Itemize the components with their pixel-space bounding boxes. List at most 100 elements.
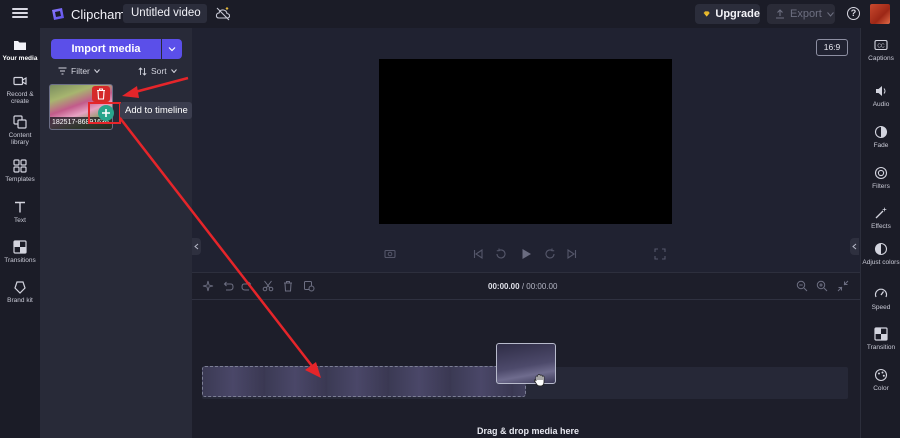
collapse-left-panel-button[interactable] — [192, 238, 201, 255]
magic-icon[interactable] — [202, 280, 214, 292]
nav-brand-kit[interactable]: Brand kit — [0, 280, 40, 304]
scissors-icon[interactable] — [262, 280, 274, 292]
export-label: Export — [790, 8, 822, 20]
export-button[interactable]: Export — [767, 4, 835, 24]
aspect-ratio-button[interactable]: 16:9 — [816, 39, 848, 56]
nav-transitions[interactable]: Transitions — [0, 240, 40, 264]
chevron-left-icon — [194, 243, 199, 250]
nav-label: Brand kit — [7, 297, 33, 304]
templates-icon — [13, 159, 27, 173]
text-icon — [15, 201, 25, 213]
transitions-icon — [13, 240, 27, 254]
nav-text[interactable]: Text — [0, 200, 40, 224]
sort-button[interactable]: Sort — [138, 66, 177, 76]
play-icon[interactable] — [519, 247, 533, 261]
chevron-down-icon — [94, 69, 100, 73]
color-icon — [874, 368, 888, 382]
nav-your-media[interactable]: Your media — [0, 38, 40, 62]
upgrade-label: Upgrade — [715, 8, 760, 20]
add-to-timeline-tooltip: Add to timeline — [120, 102, 192, 119]
fullscreen-icon[interactable] — [653, 247, 667, 261]
rewind-5s-icon[interactable] — [494, 247, 508, 261]
filter-label: Filter — [71, 66, 90, 76]
prop-label: Transition — [866, 344, 896, 351]
drag-drop-hint: Drag & drop media here — [477, 426, 580, 436]
timeline-divider — [192, 299, 860, 300]
add-to-timeline-button[interactable] — [88, 102, 121, 124]
library-icon — [13, 115, 27, 129]
prop-label: Effects — [871, 223, 891, 230]
timeline-drop-zone[interactable] — [202, 366, 526, 397]
nav-templates[interactable]: Templates — [0, 159, 40, 183]
right-properties-rail: CC Captions Audio Fade Filters Effects A… — [860, 28, 900, 438]
avatar[interactable] — [870, 4, 890, 24]
prop-adjust-colors[interactable]: Adjust colors — [861, 242, 900, 266]
adjust-colors-icon — [874, 242, 888, 256]
upgrade-button[interactable]: Upgrade — [695, 4, 760, 24]
timecode: 00:00.00 / 00:00.00 — [488, 282, 558, 291]
fit-timeline-icon[interactable] — [837, 280, 849, 292]
redo-icon[interactable] — [241, 280, 253, 292]
total-time: 00:00.00 — [526, 282, 558, 291]
nav-label: Record & create — [6, 91, 34, 105]
screenshot-icon[interactable] — [383, 247, 397, 261]
prop-transition[interactable]: Transition — [861, 327, 900, 351]
prop-label: Fade — [873, 142, 889, 149]
prop-label: Adjust colors — [862, 259, 900, 266]
zoom-in-icon[interactable] — [816, 280, 828, 292]
delete-asset-button[interactable] — [92, 86, 110, 102]
prop-color[interactable]: Color — [861, 368, 900, 392]
nav-label: Transitions — [4, 257, 36, 264]
duplicate-icon[interactable] — [303, 280, 315, 292]
nav-content-library[interactable]: Content library — [0, 115, 40, 146]
prop-audio[interactable]: Audio — [861, 84, 900, 108]
nav-record-create[interactable]: Record & create — [0, 74, 40, 105]
trash-icon — [97, 88, 105, 100]
media-panel: Import media Filter Sort 182517-86891636… — [40, 28, 192, 438]
chevron-down-icon — [170, 69, 177, 73]
fade-icon — [874, 125, 888, 139]
video-preview — [379, 59, 672, 224]
delete-icon[interactable] — [282, 280, 294, 292]
prop-label: Speed — [871, 304, 891, 311]
prop-speed[interactable]: Speed — [861, 287, 900, 311]
prop-label: Audio — [872, 101, 890, 108]
left-navigation-rail: Your media Record & create Content libra… — [0, 28, 40, 438]
diamond-icon — [703, 11, 710, 17]
import-dropdown-button[interactable] — [162, 39, 182, 59]
filter-icon — [58, 67, 67, 75]
skip-forward-icon[interactable] — [565, 247, 579, 261]
brand-kit-icon — [14, 281, 26, 294]
filters-icon — [874, 166, 888, 180]
help-icon[interactable]: ? — [847, 7, 860, 20]
prop-fade[interactable]: Fade — [861, 125, 900, 149]
chevron-down-icon — [826, 11, 834, 17]
undo-icon[interactable] — [222, 280, 234, 292]
prop-label: Filters — [872, 183, 890, 190]
chevron-left-icon — [852, 243, 857, 250]
grab-hand-cursor-icon — [533, 374, 545, 387]
svg-text:CC: CC — [877, 43, 885, 49]
sort-icon — [138, 66, 147, 76]
collapse-right-panel-button[interactable] — [850, 238, 859, 255]
prop-filters[interactable]: Filters — [861, 166, 900, 190]
hamburger-menu-icon[interactable] — [12, 6, 28, 22]
export-icon — [776, 9, 784, 19]
zoom-out-icon[interactable] — [796, 280, 808, 292]
speed-icon — [874, 288, 888, 298]
filter-button[interactable]: Filter — [58, 66, 100, 76]
forward-5s-icon[interactable] — [543, 247, 557, 261]
sort-label: Sort — [151, 66, 167, 76]
prop-effects[interactable]: Effects — [861, 206, 900, 230]
cloud-offline-icon[interactable] — [215, 6, 231, 22]
timeline-toolbar: 00:00.00 / 00:00.00 — [192, 273, 860, 299]
project-title-input[interactable]: Untitled video — [123, 4, 207, 23]
prop-label: Color — [873, 385, 889, 392]
plus-icon — [98, 105, 114, 121]
skip-back-icon[interactable] — [471, 247, 485, 261]
prop-captions[interactable]: CC Captions — [861, 38, 900, 62]
folder-icon — [14, 41, 26, 50]
import-media-button[interactable]: Import media — [51, 39, 161, 59]
effects-icon — [875, 207, 887, 219]
captions-icon: CC — [874, 39, 888, 51]
